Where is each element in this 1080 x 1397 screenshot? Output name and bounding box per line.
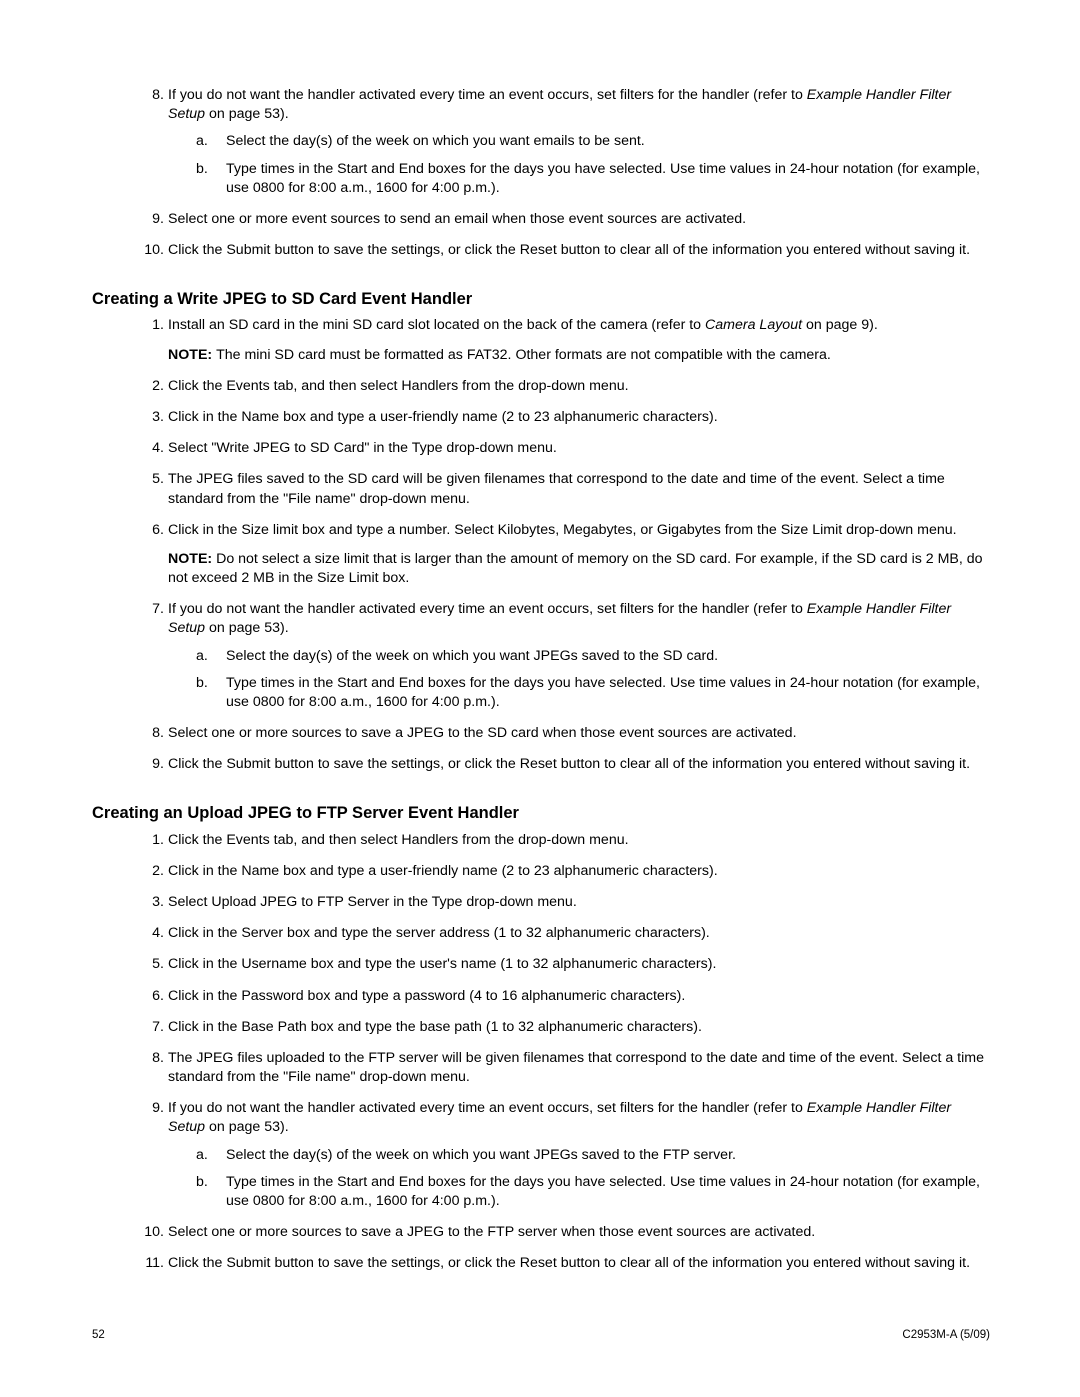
list-item: Click the Events tab, and then select Ha…: [140, 377, 990, 396]
text-post: on page 53).: [205, 106, 289, 122]
list-item-text: The JPEG files saved to the SD card will…: [168, 471, 945, 506]
list-item-text: Click in the Username box and type the u…: [168, 956, 716, 972]
sub-list-item: Select the day(s) of the week on which y…: [196, 647, 990, 666]
list-item-text: If you do not want the handler activated…: [168, 601, 951, 636]
sub-list-item: Type times in the Start and End boxes fo…: [196, 160, 990, 198]
footer: 52 C2953M-A (5/09): [92, 1329, 990, 1341]
list-item-text: Click in the Base Path box and type the …: [168, 1019, 702, 1035]
list-item-text: Select "Write JPEG to SD Card" in the Ty…: [168, 440, 557, 456]
ordered-list-continuation: If you do not want the handler activated…: [92, 86, 990, 260]
list-item: Click the Events tab, and then select Ha…: [140, 831, 990, 850]
list-item: Click the Submit button to save the sett…: [140, 755, 990, 774]
sub-list-item: Type times in the Start and End boxes fo…: [196, 1173, 990, 1211]
list-item-text: The JPEG files uploaded to the FTP serve…: [168, 1050, 984, 1085]
list-item-text: If you do not want the handler activated…: [168, 1100, 951, 1135]
text-post: on page 9).: [802, 317, 878, 333]
list-item: Click in the Server box and type the ser…: [140, 924, 990, 943]
list-item-text: Click in the Name box and type a user-fr…: [168, 863, 718, 879]
text-pre: If you do not want the handler activated…: [168, 87, 807, 103]
list-item: Click in the Size limit box and type a n…: [140, 521, 990, 589]
list-item-text: Select one or more sources to save a JPE…: [168, 725, 797, 741]
heading-write-jpeg-sd: Creating a Write JPEG to SD Card Event H…: [92, 288, 990, 310]
list-item-text: Click the Events tab, and then select Ha…: [168, 832, 629, 848]
list-item: The JPEG files uploaded to the FTP serve…: [140, 1049, 990, 1087]
list-item: Click in the Name box and type a user-fr…: [140, 862, 990, 881]
text-post: on page 53).: [205, 1119, 289, 1135]
list-item: The JPEG files saved to the SD card will…: [140, 470, 990, 508]
note-label: NOTE:: [168, 347, 216, 363]
list-item-text: Select one or more sources to save a JPE…: [168, 1224, 815, 1240]
list-item: Select one or more sources to save a JPE…: [140, 1223, 990, 1242]
list-item: Install an SD card in the mini SD card s…: [140, 316, 990, 364]
list-item: If you do not want the handler activated…: [140, 86, 990, 198]
list-item-text: Click in the Name box and type a user-fr…: [168, 409, 718, 425]
sub-list-item: Select the day(s) of the week on which y…: [196, 132, 990, 151]
list-item: Select Upload JPEG to FTP Server in the …: [140, 893, 990, 912]
ordered-list-sd-card: Install an SD card in the mini SD card s…: [92, 316, 990, 774]
sub-list-item: Type times in the Start and End boxes fo…: [196, 674, 990, 712]
text-pre: Install an SD card in the mini SD card s…: [168, 317, 705, 333]
note-body: Do not select a size limit that is large…: [168, 551, 983, 586]
list-item: Click in the Password box and type a pas…: [140, 987, 990, 1006]
doc-number: C2953M-A (5/09): [902, 1329, 990, 1341]
list-item-text: Click the Events tab, and then select Ha…: [168, 378, 629, 394]
list-item: Click in the Base Path box and type the …: [140, 1018, 990, 1037]
ordered-list-ftp: Click the Events tab, and then select Ha…: [92, 831, 990, 1274]
text-pre: If you do not want the handler activated…: [168, 601, 807, 617]
content: If you do not want the handler activated…: [92, 86, 990, 1273]
list-item-text: Click the Submit button to save the sett…: [168, 242, 970, 258]
list-item-text: Install an SD card in the mini SD card s…: [168, 317, 878, 333]
sub-list: Select the day(s) of the week on which y…: [168, 647, 990, 713]
text-pre: If you do not want the handler activated…: [168, 1100, 807, 1116]
note: NOTE: Do not select a size limit that is…: [168, 550, 990, 588]
list-item-text: Click in the Server box and type the ser…: [168, 925, 710, 941]
list-item-text: Select one or more event sources to send…: [168, 211, 746, 227]
note: NOTE: The mini SD card must be formatted…: [168, 346, 990, 365]
sub-list-item: Select the day(s) of the week on which y…: [196, 1146, 990, 1165]
list-item-text: Click the Submit button to save the sett…: [168, 1255, 970, 1271]
note-body: The mini SD card must be formatted as FA…: [216, 347, 831, 363]
list-item-text: Click in the Password box and type a pas…: [168, 988, 685, 1004]
note-label: NOTE:: [168, 551, 216, 567]
sub-list: Select the day(s) of the week on which y…: [168, 1146, 990, 1212]
list-item: If you do not want the handler activated…: [140, 1099, 990, 1211]
list-item: If you do not want the handler activated…: [140, 600, 990, 712]
list-item-text: Click the Submit button to save the sett…: [168, 756, 970, 772]
list-item: Click in the Username box and type the u…: [140, 955, 990, 974]
sub-list: Select the day(s) of the week on which y…: [168, 132, 990, 198]
list-item: Click the Submit button to save the sett…: [140, 1254, 990, 1273]
list-item-text: Select Upload JPEG to FTP Server in the …: [168, 894, 577, 910]
list-item: Select one or more sources to save a JPE…: [140, 724, 990, 743]
page: If you do not want the handler activated…: [0, 0, 1080, 1397]
list-item: Click the Submit button to save the sett…: [140, 241, 990, 260]
page-number: 52: [92, 1329, 105, 1341]
text-post: on page 53).: [205, 620, 289, 636]
list-item-text: Click in the Size limit box and type a n…: [168, 522, 957, 538]
heading-upload-jpeg-ftp: Creating an Upload JPEG to FTP Server Ev…: [92, 802, 990, 824]
list-item: Select one or more event sources to send…: [140, 210, 990, 229]
list-item: Select "Write JPEG to SD Card" in the Ty…: [140, 439, 990, 458]
list-item: Click in the Name box and type a user-fr…: [140, 408, 990, 427]
cross-reference: Camera Layout: [705, 317, 802, 333]
list-item-text: If you do not want the handler activated…: [168, 87, 951, 122]
